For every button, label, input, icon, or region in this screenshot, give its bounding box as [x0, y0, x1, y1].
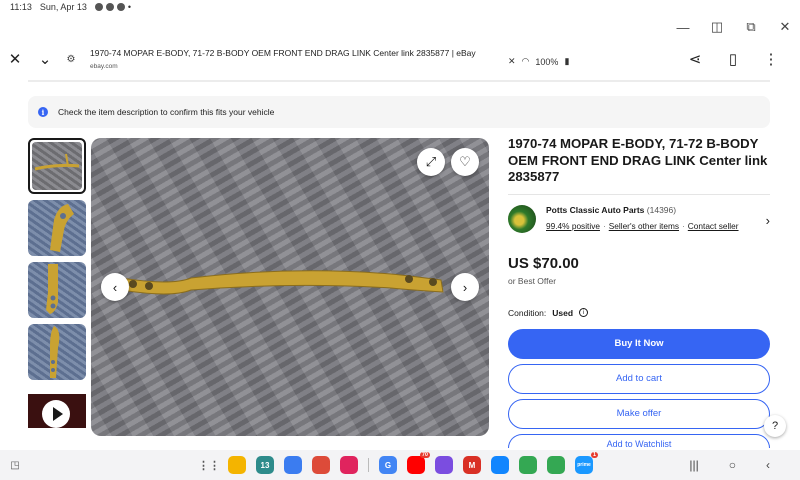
more-dot-icon: • [127, 2, 132, 12]
google-app-icon[interactable]: G [379, 456, 397, 474]
date: Sun, Apr 13 [39, 2, 87, 12]
window-controls: — ◫ ⧉ ✕ [676, 14, 792, 40]
seller-section[interactable]: Potts Classic Auto Parts (14396) 99.4% p… [508, 204, 770, 233]
price: US $70.00 [508, 254, 579, 272]
games-app-icon[interactable] [519, 456, 537, 474]
drag-link-image [120, 270, 444, 295]
listing-title: 1970-74 MOPAR E-BODY, 71-72 B-BODY OEM F… [508, 136, 768, 184]
buy-it-now-button[interactable]: Buy It Now [508, 328, 770, 359]
seller-links: 99.4% positive · Seller's other items · … [546, 220, 739, 231]
youtube-app-icon[interactable]: 70 [407, 452, 430, 474]
url-info[interactable]: 1970-74 MOPAR E-BODY, 71-72 B-BODY OEM F… [82, 48, 680, 70]
add-to-watchlist-button[interactable]: Add to Watchlist [508, 433, 770, 448]
thumbnail-image [28, 200, 86, 256]
dock-apps: ⋮⋮ 13 G 70 Mprime 1 [198, 452, 598, 474]
previous-image-button[interactable]: ‹ [101, 273, 129, 301]
site-settings-icon[interactable]: ⚙ [60, 54, 82, 65]
recents-icon[interactable]: ||| [689, 458, 698, 472]
notification-badge: 70 [419, 452, 430, 458]
best-offer-note: or Best Offer [508, 275, 557, 286]
page-content: i Check the item description to confirm … [0, 80, 800, 450]
taskbar: ◳ ⋮⋮ 13 G 70 Mprime 1 ||| ○ ‹ [0, 450, 800, 480]
help-button[interactable]: ? [764, 415, 786, 437]
messages-app-icon[interactable] [284, 456, 302, 474]
divider [28, 80, 770, 82]
thumbnail-2[interactable] [28, 200, 86, 256]
notification-icons: • [94, 2, 132, 12]
seller-avatar[interactable] [508, 204, 536, 233]
gmail-app-icon[interactable]: M [463, 456, 481, 474]
thumbnail-1[interactable] [28, 138, 86, 194]
listing-details: 1970-74 MOPAR E-BODY, 71-72 B-BODY OEM F… [508, 136, 770, 448]
notification-badge: 1 [590, 452, 598, 458]
divider [508, 193, 770, 195]
files-app-icon[interactable] [228, 456, 246, 474]
condition-label: Condition: [508, 307, 547, 318]
notification-icon [116, 3, 125, 11]
chevron-down-icon[interactable]: ⌄ [30, 44, 60, 74]
condition-info-icon[interactable]: i [579, 308, 589, 317]
positive-feedback-link[interactable]: 99.4% positive [546, 221, 600, 231]
close-window-icon[interactable]: ✕ [778, 19, 792, 34]
maps-app-icon[interactable] [547, 456, 565, 474]
app-drawer-icon[interactable]: ⋮⋮ [198, 456, 220, 474]
seller-feedback-count: (14396) [646, 204, 677, 215]
main-product-image[interactable]: ⤢ ♡ ‹ › [91, 138, 489, 436]
close-tab-icon[interactable]: ✕ [0, 44, 30, 74]
make-offer-button[interactable]: Make offer [508, 398, 770, 429]
condition-row: Condition: Used i [508, 308, 770, 318]
contact-seller-link[interactable]: Contact seller [688, 221, 739, 231]
thumbnail-strip [28, 138, 88, 448]
host: ebay.com [90, 63, 118, 70]
chrome-app-icon[interactable] [312, 456, 330, 474]
thumbnail-3[interactable] [28, 262, 86, 318]
bluesky-app-icon[interactable] [491, 456, 509, 474]
browser-toolbar: ✕ ⌄ ⚙ 1970-74 MOPAR E-BODY, 71-72 B-BODY… [0, 40, 800, 78]
thumbnail-4[interactable] [28, 324, 86, 380]
seller-name[interactable]: Potts Classic Auto Parts [546, 205, 644, 215]
thumbnail-image [28, 324, 86, 380]
seller-other-items-link[interactable]: Seller's other items [609, 221, 679, 231]
fitment-notice: i Check the item description to confirm … [28, 96, 770, 128]
status-bar: 11:13 Sun, Apr 13 • ✕ ◠ 100% ▮ [0, 0, 800, 67]
heart-icon[interactable]: ♡ [451, 148, 479, 176]
page-title: 1970-74 MOPAR E-BODY, 71-72 B-BODY OEM F… [90, 48, 476, 58]
fullscreen-icon[interactable]: ⤢ [417, 148, 445, 176]
dock-divider [368, 458, 369, 472]
calendar-app-icon[interactable]: 13 [256, 456, 274, 474]
chevron-right-icon[interactable]: › [766, 213, 770, 228]
screenshot-toolbar-icon[interactable]: ◳ [0, 460, 30, 471]
bookmark-icon[interactable]: ▯ [718, 44, 748, 74]
home-icon[interactable]: ○ [729, 458, 736, 472]
notification-icon [94, 3, 103, 11]
prime-video-app-icon[interactable]: prime 1 [575, 452, 598, 474]
clock: 11:13 [10, 2, 32, 12]
condition-value: Used [552, 307, 574, 318]
thumbnail-image [28, 262, 86, 318]
video-thumbnail[interactable] [28, 386, 86, 442]
screen-recorder-app-icon[interactable] [340, 456, 358, 474]
galaxy-store-app-icon[interactable] [435, 456, 453, 474]
notification-icon [105, 3, 114, 11]
minimize-icon[interactable]: — [676, 20, 690, 35]
play-icon [42, 400, 70, 428]
thumbnail-image [32, 142, 82, 190]
share-icon[interactable]: ⋖ [680, 44, 710, 74]
nav-buttons: ||| ○ ‹ [689, 458, 770, 472]
notice-text: Check the item description to confirm th… [58, 107, 275, 117]
seller-name-line: Potts Classic Auto Parts (14396) [546, 205, 739, 215]
popup-view-icon[interactable]: ⧉ [744, 19, 758, 34]
back-icon[interactable]: ‹ [766, 458, 770, 472]
next-image-button[interactable]: › [451, 273, 479, 301]
split-view-icon[interactable]: ◫ [710, 19, 724, 34]
add-to-cart-button[interactable]: Add to cart [508, 363, 770, 394]
info-icon: i [38, 107, 48, 117]
more-menu-icon[interactable]: ⋮ [756, 44, 786, 74]
